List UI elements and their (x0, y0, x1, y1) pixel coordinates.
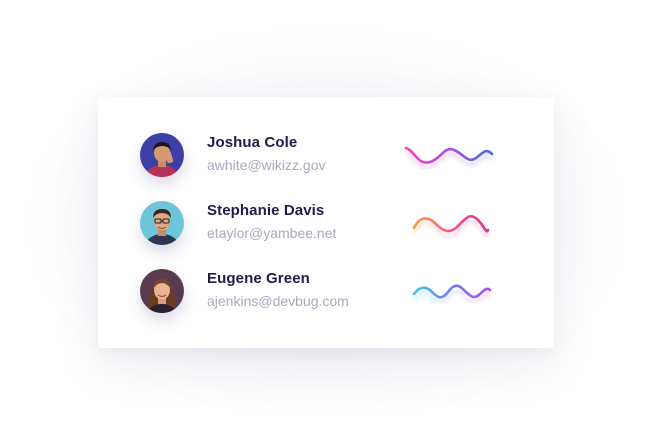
contact-name: Stephanie Davis (207, 202, 325, 219)
contact-list-card: Joshua Cole awhite@wikizz.gov Stephanie … (98, 97, 554, 348)
person-avatar-icon (140, 133, 184, 177)
activity-sparkline (412, 214, 490, 238)
activity-sparkline (412, 284, 492, 304)
contact-row[interactable]: Stephanie Davis etaylor@yambee.net (98, 192, 554, 252)
person-avatar-icon (140, 269, 184, 313)
contact-email[interactable]: etaylor@yambee.net (207, 225, 336, 241)
avatar[interactable] (140, 269, 184, 313)
contact-row[interactable]: Joshua Cole awhite@wikizz.gov (98, 124, 554, 184)
contact-email[interactable]: awhite@wikizz.gov (207, 157, 325, 173)
contact-name: Eugene Green (207, 270, 310, 287)
activity-sparkline (404, 146, 494, 170)
contact-row[interactable]: Eugene Green ajenkins@devbug.com (98, 260, 554, 320)
contact-email[interactable]: ajenkins@devbug.com (207, 293, 349, 309)
contact-name: Joshua Cole (207, 134, 298, 151)
avatar[interactable] (140, 201, 184, 245)
person-avatar-icon (140, 201, 184, 245)
avatar[interactable] (140, 133, 184, 177)
